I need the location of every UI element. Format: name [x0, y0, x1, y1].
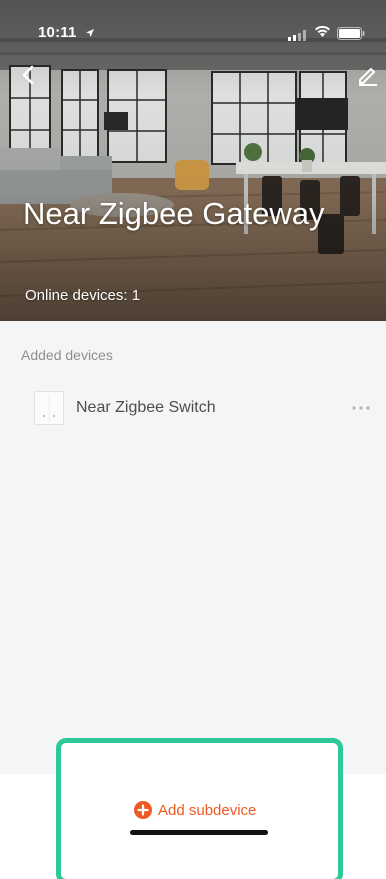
home-indicator: [130, 830, 268, 835]
chevron-left-icon: [22, 65, 34, 85]
gateway-detail-screen: 10:11 Near Zigbee Gateway Online devices…: [0, 0, 386, 879]
cellular-signal-icon: [288, 28, 306, 46]
device-name: Near Zigbee Switch: [76, 399, 216, 416]
more-horizontal-icon[interactable]: [348, 397, 376, 419]
status-bar: 10:11: [0, 0, 386, 44]
edit-button[interactable]: [355, 62, 381, 88]
plus-circle-icon: [134, 801, 152, 819]
device-list-area: Added devices Near Zigbee Switch: [0, 321, 386, 774]
pencil-icon: [359, 68, 377, 86]
add-subdevice-button[interactable]: Add subdevice: [134, 800, 256, 820]
section-label: Added devices: [21, 347, 113, 363]
gateway-header: 10:11 Near Zigbee Gateway Online devices…: [0, 0, 386, 321]
add-subdevice-label: Add subdevice: [158, 801, 257, 819]
online-devices-count: Online devices: 1: [25, 287, 141, 304]
wall-switch-thumbnail: [34, 391, 64, 425]
page-title: Near Zigbee Gateway: [23, 196, 325, 231]
location-arrow-icon: [85, 25, 95, 43]
device-list-item[interactable]: Near Zigbee Switch: [0, 381, 386, 437]
wifi-icon: [314, 25, 331, 43]
back-button[interactable]: [14, 60, 44, 90]
status-time: 10:11: [38, 24, 77, 41]
header-shade: [0, 0, 386, 321]
battery-icon: [337, 27, 365, 45]
